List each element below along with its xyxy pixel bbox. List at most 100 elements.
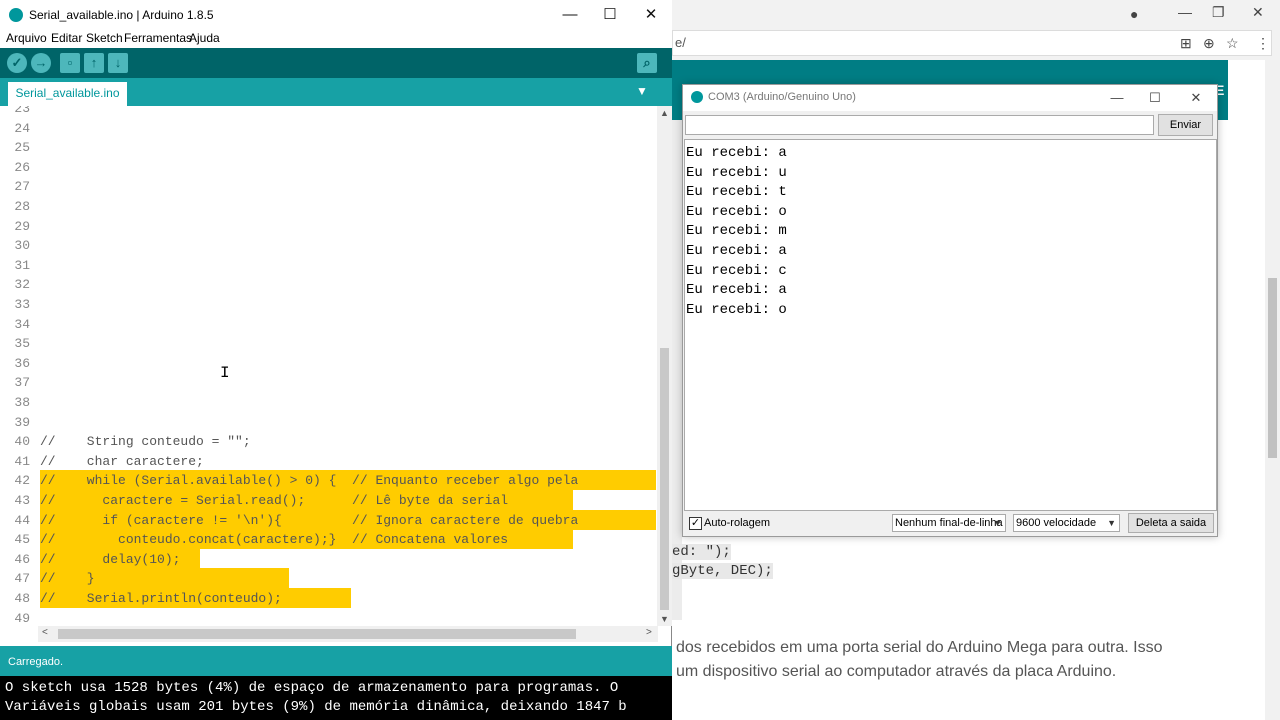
- serial-title: COM3 (Arduino/Genuino Uno): [708, 91, 856, 103]
- line-number: 40: [14, 434, 30, 450]
- line-number: 48: [14, 591, 30, 606]
- menu-sketch[interactable]: Sketch: [86, 31, 123, 45]
- status-text: Carregado.: [8, 656, 64, 668]
- serial-output-line: Eu recebi: o: [686, 301, 787, 318]
- code-line: // caractere = Serial.read(); // Lê byte…: [40, 493, 509, 508]
- code-line: // while (Serial.available() > 0) { // E…: [40, 473, 579, 489]
- line-number: 30: [14, 238, 30, 254]
- serial-output-line: Eu recebi: o: [686, 203, 787, 220]
- maximize-icon[interactable]: ☐: [1135, 88, 1175, 108]
- arduino-logo-icon: [9, 8, 23, 22]
- line-number: 46: [14, 551, 30, 567]
- line-ending-value: Nenhum final-de-linha: [895, 517, 1003, 529]
- line-number: 44: [14, 512, 30, 528]
- code-line: // char caractere;: [40, 453, 204, 469]
- serial-output: Eu recebi: a Eu recebi: u Eu recebi: t Eu r…: [684, 139, 1217, 511]
- send-button[interactable]: Enviar: [1158, 114, 1213, 136]
- minimize-icon[interactable]: —: [1097, 88, 1137, 108]
- code-line: // conteudo.concat(caractere);} // Conca…: [40, 532, 509, 548]
- restore-icon[interactable]: ❐: [1212, 4, 1225, 21]
- baud-select[interactable]: 9600 velocidade ▼: [1013, 514, 1120, 532]
- line-number: 34: [14, 316, 30, 332]
- autoscroll-label: Auto-rolagem: [704, 517, 771, 529]
- serial-output-line: Eu recebi: c: [686, 262, 787, 279]
- line-number: 49: [14, 610, 30, 626]
- editor-hscroll-thumb[interactable]: [58, 629, 576, 639]
- line-number: 23: [14, 106, 30, 116]
- line-number: 24: [14, 120, 30, 136]
- serial-output-line: Eu recebi: a: [686, 145, 787, 161]
- star-icon[interactable]: ☆: [1226, 35, 1239, 52]
- scroll-left-icon[interactable]: <: [42, 627, 48, 638]
- code-line: // String conteudo = "";: [40, 434, 251, 450]
- ide-statusbar: [0, 646, 672, 676]
- console-line: O sketch usa 1528 bytes (4%) de espaço d…: [5, 680, 619, 696]
- minimize-icon[interactable]: —: [1178, 4, 1192, 20]
- serial-output-line: Eu recebi: m: [686, 223, 787, 240]
- serial-output-line: Eu recebi: a: [686, 282, 787, 299]
- menu-arquivo[interactable]: Arquivo: [6, 31, 47, 45]
- zoom-icon[interactable]: ⊕: [1203, 35, 1215, 52]
- close-icon[interactable]: ✕: [1252, 4, 1264, 21]
- line-number: 32: [14, 277, 30, 293]
- line-number: 33: [14, 297, 30, 312]
- line-number: 47: [14, 571, 30, 587]
- code-fragment: gByte, DEC);: [672, 563, 773, 579]
- arduino-ide-window: Serial_available.ino | Arduino 1.8.5 — ☐…: [0, 0, 672, 720]
- page-scroll-thumb[interactable]: [1268, 278, 1277, 458]
- menu-editar[interactable]: Editar: [51, 31, 82, 45]
- serial-output-line: Eu recebi: u: [686, 164, 787, 181]
- close-icon[interactable]: ✕: [631, 4, 671, 26]
- ide-titlebar: Serial_available.ino | Arduino 1.8.5 — ☐…: [0, 0, 672, 30]
- article-text: dos recebidos em uma porta serial do Ard…: [676, 639, 1163, 656]
- line-number: 29: [14, 218, 30, 234]
- line-number: 45: [14, 532, 30, 548]
- close-icon[interactable]: ✕: [1176, 88, 1216, 108]
- translate-icon[interactable]: ⊞: [1180, 35, 1192, 52]
- maximize-icon[interactable]: ☐: [590, 4, 630, 26]
- serial-monitor-icon[interactable]: ⌕: [637, 53, 657, 73]
- serial-monitor-window: COM3 (Arduino/Genuino Uno) — ☐ ✕ Enviar …: [682, 84, 1218, 537]
- ide-menubar: Arquivo Editar Sketch Ferramentas Ajuda: [0, 30, 672, 48]
- new-icon[interactable]: ▫: [60, 53, 80, 73]
- editor-scroll-thumb[interactable]: [660, 348, 669, 610]
- serial-input[interactable]: [685, 115, 1154, 135]
- scroll-right-icon[interactable]: >: [646, 627, 652, 638]
- verify-icon[interactable]: ✓: [7, 53, 27, 73]
- serial-output-line: Eu recebi: t: [686, 184, 787, 201]
- line-number: 25: [14, 140, 30, 156]
- tab-serial-available[interactable]: Serial_available.ino: [8, 82, 127, 106]
- menu-ferramentas[interactable]: Ferramentas: [124, 31, 192, 45]
- address-text: e/: [675, 35, 686, 50]
- line-number: 41: [14, 453, 30, 469]
- code-editor[interactable]: 23 24 25 26 27 28 29 30 31 32 33 34 35 36 37 38 39 40 41 42…: [0, 106, 672, 626]
- code-fragment: ed: ");: [672, 544, 731, 560]
- line-number: 43: [14, 493, 30, 508]
- text-cursor-icon: I: [220, 364, 230, 382]
- line-number: 37: [14, 375, 30, 391]
- code-line: // Serial.println(conteudo);: [40, 591, 282, 606]
- line-number: 27: [14, 179, 30, 195]
- line-ending-select[interactable]: Nenhum final-de-linha ▼: [892, 514, 1006, 532]
- menu-icon[interactable]: ⋮: [1256, 35, 1270, 52]
- line-number: 31: [14, 257, 30, 273]
- scroll-up-icon[interactable]: ▲: [660, 108, 669, 118]
- menu-ajuda[interactable]: Ajuda: [189, 31, 220, 45]
- ide-console: O sketch usa 1528 bytes (4%) de espaço d…: [0, 676, 672, 720]
- article-text: um dispositivo serial ao computador atra…: [676, 663, 1117, 680]
- open-icon[interactable]: ↑: [84, 53, 104, 73]
- serial-output-line: Eu recebi: a: [686, 243, 787, 259]
- clear-output-button[interactable]: Deleta a saida: [1128, 513, 1214, 533]
- upload-icon[interactable]: →: [31, 53, 51, 73]
- chevron-down-icon: ▼: [993, 518, 1002, 528]
- line-number: 36: [14, 355, 30, 371]
- code-line: // if (caractere != '\n'){ // Ignora car…: [40, 512, 579, 528]
- save-icon[interactable]: ↓: [108, 53, 128, 73]
- autoscroll-checkbox[interactable]: ✓: [689, 517, 702, 530]
- ide-window-title: Serial_available.ino | Arduino 1.8.5: [29, 8, 214, 22]
- line-number: 42: [14, 473, 30, 489]
- scroll-down-icon[interactable]: ▼: [660, 614, 669, 624]
- minimize-icon[interactable]: —: [550, 4, 590, 26]
- tab-menu-icon[interactable]: ▼: [636, 84, 648, 98]
- profile-icon[interactable]: ●: [1130, 6, 1138, 22]
